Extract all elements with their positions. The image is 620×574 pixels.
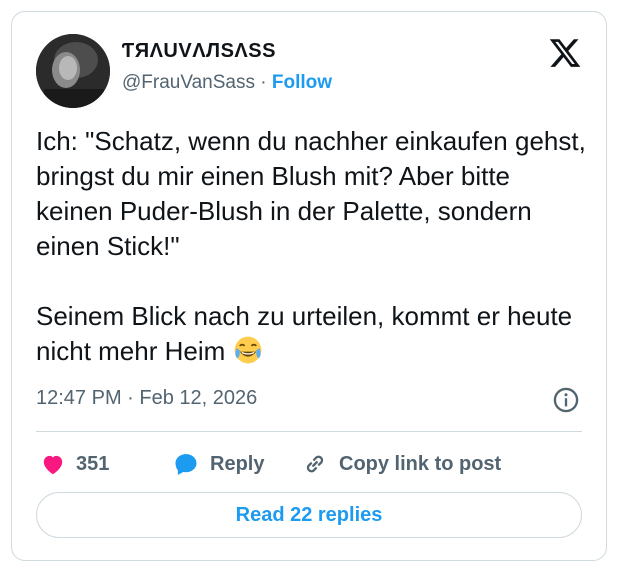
like-count: 351 (76, 452, 110, 475)
copy-link-button[interactable]: Copy link to post (301, 444, 501, 484)
reply-button[interactable]: Reply (172, 444, 264, 484)
x-logo-icon[interactable] (548, 36, 582, 70)
reply-label: Reply (210, 452, 265, 475)
reply-bubble-icon (175, 454, 197, 475)
tweet-body: Ich: "Schatz, wenn du nachher einkaufen … (36, 126, 586, 366)
author-handle[interactable]: @FrauVanSass (122, 72, 255, 93)
tweet-card: ƬЯΛUVΛЛSΛSS @FrauVanSass · Follow Ich: "… (11, 11, 607, 561)
tweet-timestamp[interactable]: 12:47 PM · Feb 12, 2026 (36, 387, 257, 410)
tweet-text: Ich: "Schatz, wenn du nachher einkaufen … (36, 124, 592, 369)
read-replies-button[interactable]: Read 22 replies (36, 492, 582, 538)
link-icon (306, 455, 324, 473)
copy-link-label: Copy link to post (339, 452, 502, 475)
follow-button[interactable]: Follow (272, 72, 332, 93)
info-icon[interactable] (552, 386, 580, 414)
author-display-name[interactable]: ƬЯΛUVΛЛSΛSS (122, 40, 276, 63)
handle-separator: · (260, 72, 267, 93)
face-with-tears-of-joy-icon (234, 336, 261, 364)
divider (36, 431, 582, 432)
like-button[interactable]: 351 (40, 444, 109, 484)
author-handle-row: @FrauVanSass · Follow (122, 72, 332, 94)
heart-icon (43, 455, 63, 475)
avatar[interactable] (36, 34, 110, 108)
action-bar: 351 Reply Copy link to post (36, 444, 592, 484)
